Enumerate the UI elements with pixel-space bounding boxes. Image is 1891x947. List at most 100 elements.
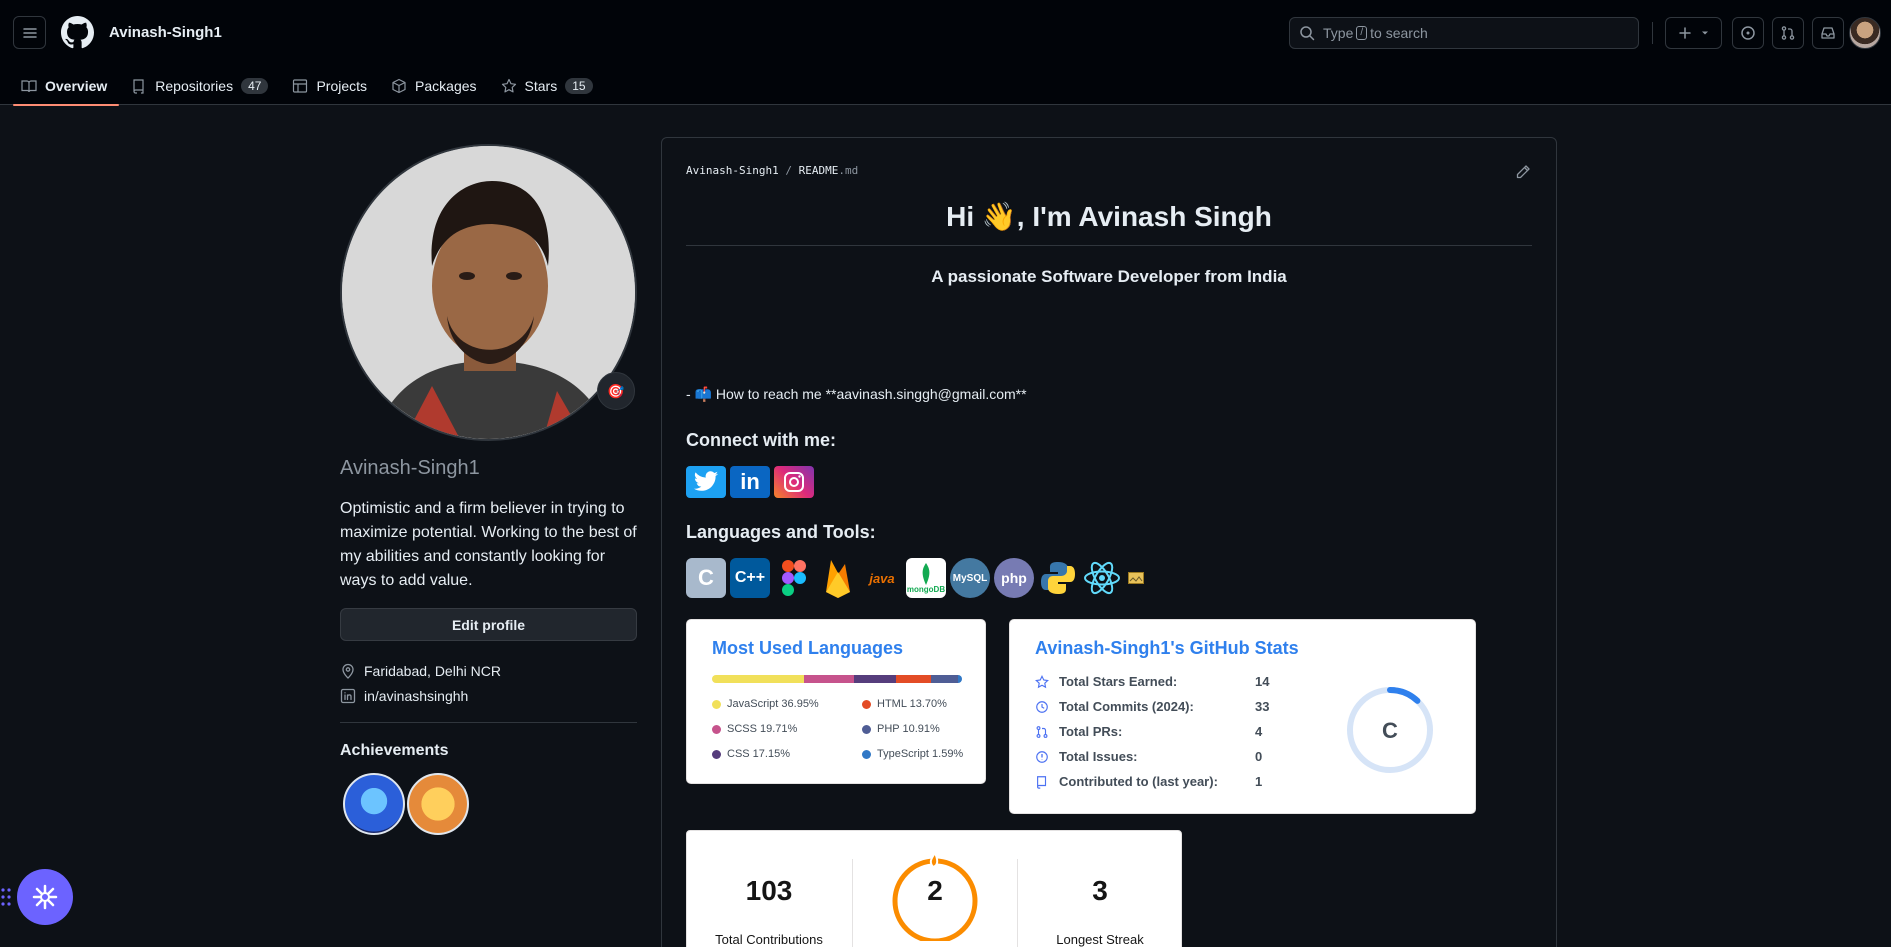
language-color-dot <box>862 724 871 734</box>
language-bar-segment <box>712 675 805 683</box>
tab-projects-label: Projects <box>316 77 368 94</box>
linkedin-icon <box>340 688 356 704</box>
create-new-button[interactable] <box>1665 17 1722 49</box>
php-label: php <box>1001 570 1027 586</box>
stat-issues: Total Issues: <box>1035 749 1138 764</box>
status-emoji: 🎯 <box>607 382 625 399</box>
instagram-icon[interactable] <box>774 466 814 498</box>
search-slash-key: / <box>1356 26 1368 40</box>
stat-prs-value: 4 <box>1255 724 1263 739</box>
drag-handle-icon[interactable] <box>0 886 12 908</box>
user-avatar-menu[interactable] <box>1849 17 1881 49</box>
language-color-dot <box>862 749 871 759</box>
tab-repositories[interactable]: Repositories 47 <box>123 66 280 105</box>
language-legend-item: HTML 13.70% <box>862 698 947 710</box>
edit-profile-button[interactable]: Edit profile <box>340 608 637 641</box>
connect-heading: Connect with me: <box>686 430 837 450</box>
profile-tabs: Overview Repositories 47 Projects Packag… <box>13 66 609 106</box>
sidebar-divider <box>340 722 637 723</box>
language-bar-segment <box>804 675 854 683</box>
tab-overview[interactable]: Overview <box>13 66 120 106</box>
language-color-dot <box>712 749 721 759</box>
stat-stars: Total Stars Earned: <box>1035 674 1177 689</box>
pull-requests-button[interactable] <box>1772 17 1804 49</box>
tab-packages-label: Packages <box>415 77 477 94</box>
total-contributions-value: 103 <box>745 875 793 906</box>
stats-card-title: Avinash-Singh1's GitHub Stats <box>1035 638 1299 658</box>
crumb-file[interactable]: README <box>799 164 839 177</box>
menu-button[interactable] <box>13 16 46 49</box>
achievement-badge-yolo[interactable] <box>407 773 469 835</box>
crumb-owner[interactable]: Avinash-Singh1 <box>686 164 779 177</box>
language-legend-item: TypeScript 1.59% <box>862 748 963 760</box>
linkedin-icon[interactable]: in <box>730 466 770 498</box>
react-icon[interactable] <box>1082 558 1122 598</box>
tab-projects[interactable]: Projects <box>284 66 379 105</box>
mongodb-icon[interactable]: mongoDB <box>906 558 946 598</box>
cplusplus-icon[interactable]: C++ <box>730 558 770 598</box>
set-status-button[interactable]: 🎯 <box>597 372 635 410</box>
stat-contributed-label: Contributed to (last year): <box>1059 774 1218 789</box>
php-icon[interactable]: php <box>994 558 1034 598</box>
profile-username: Avinash-Singh1 <box>340 457 480 479</box>
crumb-file-ext: .md <box>838 164 859 177</box>
fire-icon <box>929 851 939 869</box>
firebase-shape <box>826 560 850 598</box>
language-legend-label: PHP 10.91% <box>877 723 940 735</box>
language-color-dot <box>712 699 721 709</box>
pencil-icon[interactable] <box>1515 164 1531 180</box>
most-used-languages-card[interactable]: Most Used Languages JavaScript 36.95% HTM… <box>686 619 986 784</box>
issues-button[interactable] <box>1732 17 1764 49</box>
language-legend-item: PHP 10.91% <box>862 723 940 735</box>
language-color-dot <box>862 699 871 709</box>
python-icon[interactable] <box>1038 558 1078 598</box>
broken-image-shape <box>1128 572 1144 584</box>
repo-icon <box>1037 775 1047 789</box>
languages-card-title: Most Used Languages <box>712 638 904 658</box>
search-input[interactable]: Type / to search <box>1289 17 1639 49</box>
stat-commits-value: 33 <box>1255 699 1270 714</box>
figma-icon[interactable] <box>774 558 814 598</box>
firebase-icon[interactable] <box>818 558 858 598</box>
repositories-counter: 47 <box>241 77 269 94</box>
star-icon <box>501 78 516 92</box>
mongodb-leaf-shape <box>922 562 930 585</box>
profile-avatar[interactable] <box>340 144 637 441</box>
total-contributions-label: Total Contributions <box>715 932 823 947</box>
languages-bar <box>712 675 962 683</box>
achievement-badge-pull-shark[interactable] <box>343 773 405 835</box>
streak-stats-card[interactable]: 103 Total Contributions 2 3 Longest Stre… <box>686 830 1182 947</box>
context-owner[interactable]: Avinash-Singh1 <box>109 24 222 41</box>
linkedin-link[interactable]: in/avinashsinghh <box>364 688 468 704</box>
tools-heading: Languages and Tools: <box>686 522 876 542</box>
tab-repositories-label: Repositories <box>155 77 234 94</box>
language-legend-item: JavaScript 36.95% <box>712 698 819 710</box>
github-logo-icon[interactable] <box>61 16 94 49</box>
achievements-heading: Achievements <box>340 742 449 759</box>
language-bar-segment <box>930 675 958 683</box>
c-icon[interactable]: C <box>686 558 726 598</box>
mysql-icon[interactable]: MySQL <box>950 558 990 598</box>
tab-stars[interactable]: Stars 15 <box>493 66 605 105</box>
search-placeholder-post: to search <box>1370 25 1428 41</box>
floating-assistant-button[interactable] <box>17 869 73 925</box>
tab-stars-label: Stars <box>524 77 558 94</box>
readme-subtitle: A passionate Software Developer from Ind… <box>931 267 1287 286</box>
profile-location: Faridabad, Delhi NCR <box>340 663 501 679</box>
stat-issues-label: Total Issues: <box>1059 749 1138 764</box>
github-stats-card[interactable]: Avinash-Singh1's GitHub Stats Total Star… <box>1009 619 1476 814</box>
react-atom-shape <box>1084 561 1120 595</box>
package-icon <box>392 78 406 93</box>
inbox-button[interactable] <box>1812 17 1844 49</box>
twitter-icon[interactable] <box>686 466 726 498</box>
longest-streak-label: Longest Streak <box>1056 932 1144 947</box>
language-legend-label: JavaScript 36.95% <box>727 698 819 710</box>
profile-linkedin[interactable]: in/avinashsinghh <box>340 688 468 704</box>
header-top-bar: Avinash-Singh1 Type / to search <box>0 0 1891 66</box>
language-bar-segment <box>896 675 931 683</box>
java-icon[interactable]: java <box>862 558 902 598</box>
pull-request-icon <box>1036 725 1048 738</box>
stat-contributed: Contributed to (last year): <box>1035 774 1218 789</box>
tab-packages[interactable]: Packages <box>383 66 488 105</box>
longest-streak-value: 3 <box>1092 875 1108 906</box>
